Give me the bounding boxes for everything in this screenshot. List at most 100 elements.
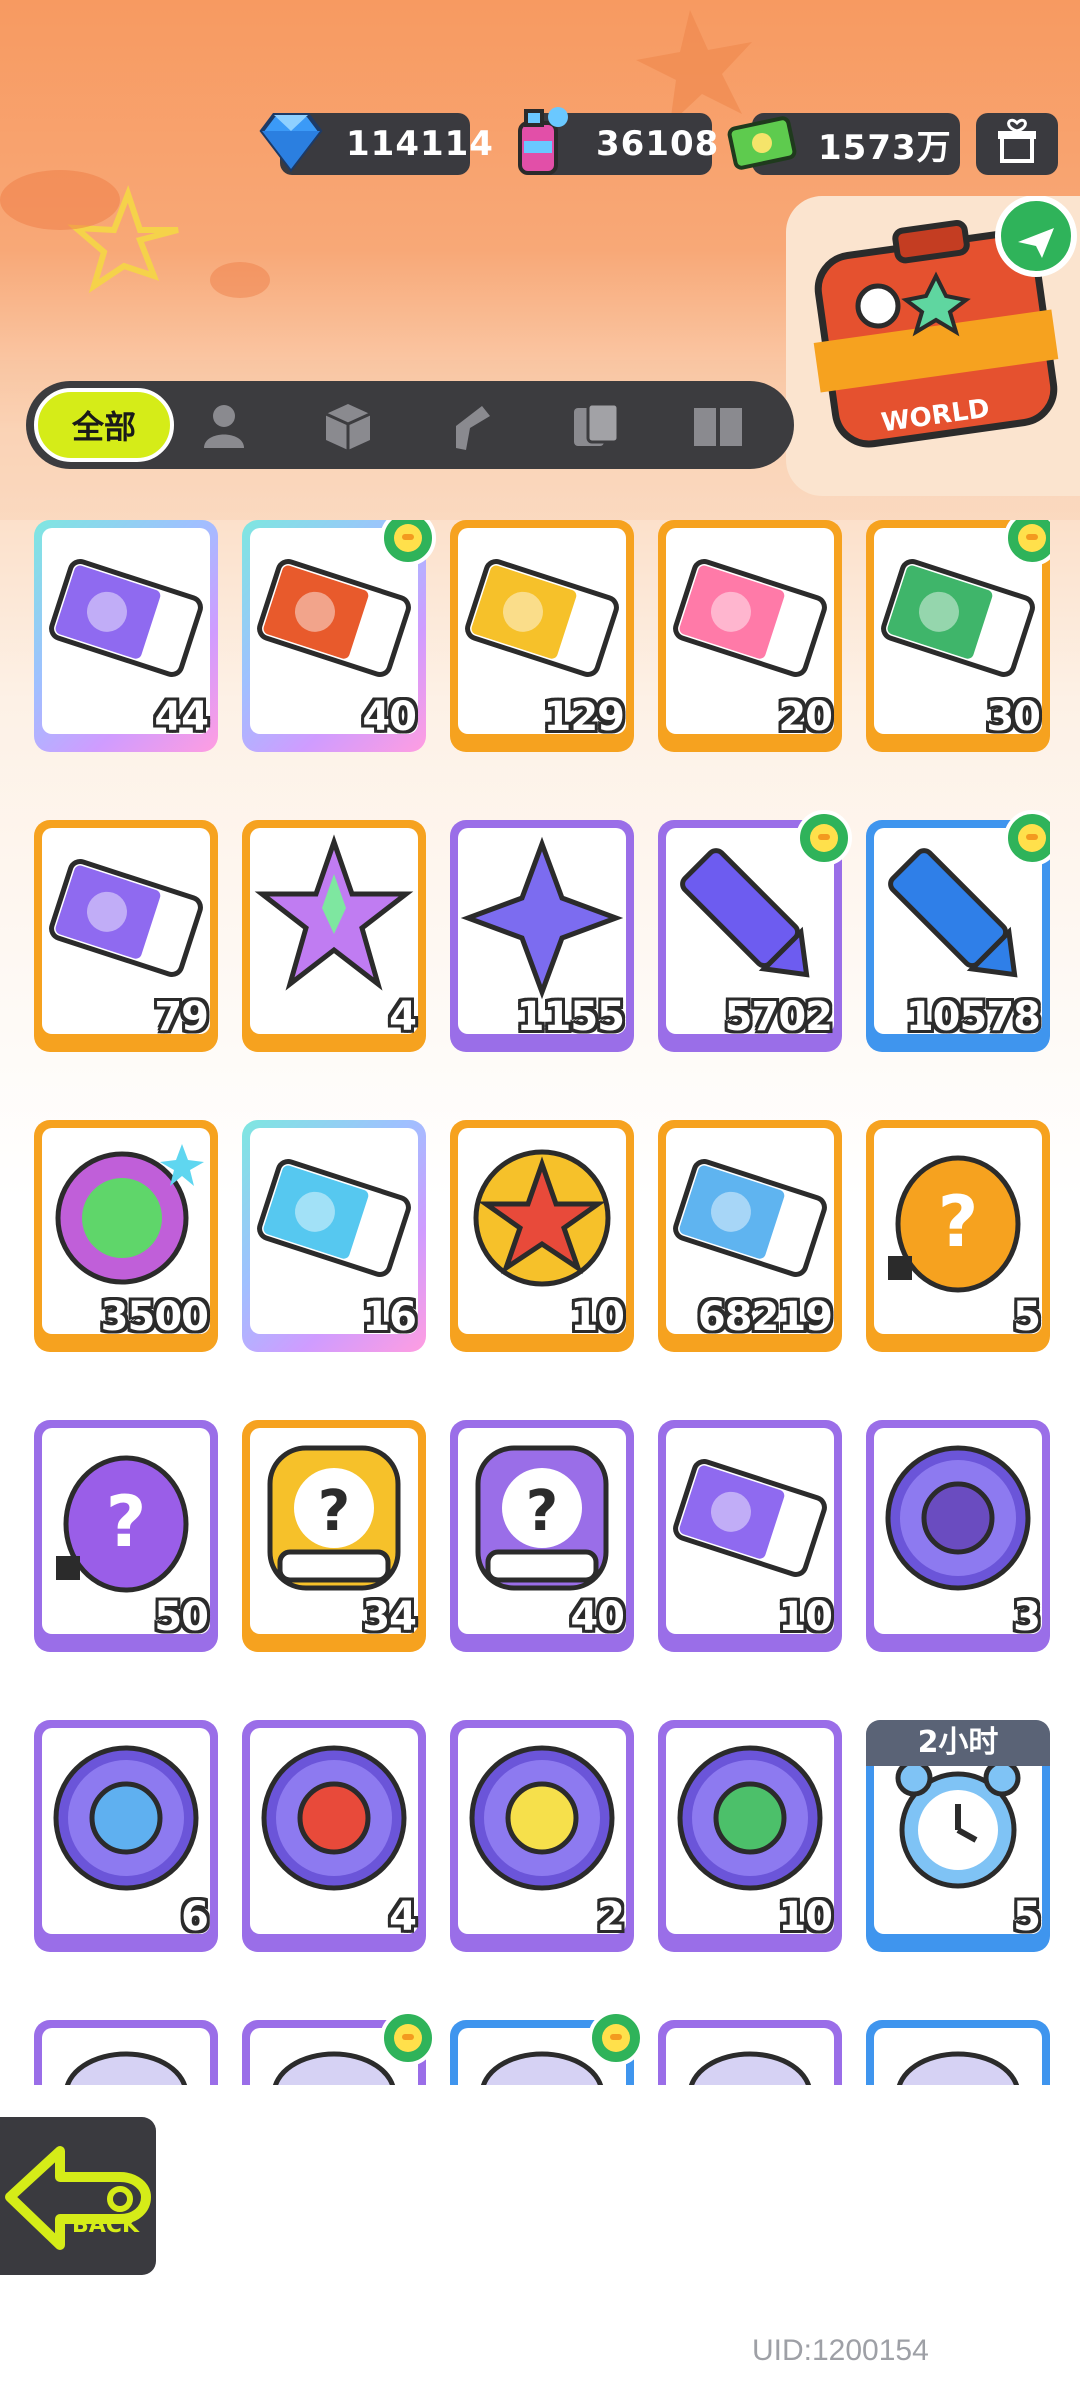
svg-text:?: ? xyxy=(938,1181,979,1263)
item-card[interactable]: 79 xyxy=(34,820,218,1052)
star-coin-icon xyxy=(473,1149,611,1287)
item-card[interactable]: ? 34 xyxy=(242,1420,426,1652)
item-card[interactable]: ? 50 xyxy=(34,1420,218,1652)
item-card[interactable]: 129 xyxy=(450,520,634,752)
cool-badge-icon xyxy=(55,1144,204,1285)
shop-button[interactable] xyxy=(976,113,1058,175)
item-quantity: 10 xyxy=(778,1594,833,1640)
diamond-icon xyxy=(259,113,323,173)
season-ticket-icon xyxy=(673,1159,827,1277)
user-id: UID:1200154 xyxy=(752,2334,929,2367)
gift-shop-icon xyxy=(998,118,1036,163)
item-quantity: 4 xyxy=(389,1894,417,1940)
item-quantity: 4 xyxy=(389,994,417,1040)
item-card[interactable]: 10578 xyxy=(866,810,1050,1052)
back-button[interactable]: BACK xyxy=(0,2113,160,2279)
new-chick-badge-icon xyxy=(588,2010,644,2066)
item-card[interactable]: 4 xyxy=(242,820,426,1052)
timer-label: 2小时 xyxy=(866,1720,1050,1766)
item-card[interactable] xyxy=(866,2020,1050,2085)
item-card[interactable]: 6 xyxy=(34,1720,218,1952)
gold-ticket-icon xyxy=(465,559,619,677)
item-quantity: 50 xyxy=(154,1594,209,1640)
lottery-ticket-icon xyxy=(257,1159,411,1277)
spray-gun-icon[interactable] xyxy=(442,396,502,456)
cards-icon[interactable] xyxy=(566,396,626,456)
spray-can-icon xyxy=(518,107,568,175)
back-label: BACK xyxy=(72,2213,139,2238)
suitcase-icon xyxy=(813,195,1077,448)
mpets-creature-orb-icon xyxy=(885,1445,1031,1591)
mpets-piranha-orb-icon xyxy=(261,1745,407,1891)
item-quantity: 5702 xyxy=(724,994,833,1040)
partial-item-icon xyxy=(896,2051,1020,2085)
item-card[interactable]: 2 xyxy=(450,1720,634,1952)
item-card[interactable]: 10 xyxy=(658,1420,842,1652)
item-quantity: 6 xyxy=(181,1894,209,1940)
item-quantity: 3500 xyxy=(100,1294,209,1340)
character-ticket-icon xyxy=(673,559,827,677)
item-card[interactable]: ? 5 xyxy=(866,1120,1050,1352)
item-card[interactable] xyxy=(450,2010,644,2085)
item-quantity: 3 xyxy=(1013,1594,1041,1640)
box-icon[interactable] xyxy=(318,396,378,456)
tab-all[interactable]: 全部 xyxy=(34,388,174,462)
cash-counter[interactable]: 1573万 xyxy=(727,113,960,175)
item-card[interactable]: 5702 xyxy=(658,810,852,1052)
travel-suitcase-button[interactable]: WORLD xyxy=(786,195,1080,496)
diamond-counter[interactable]: 114114 xyxy=(259,113,493,175)
cash-value: 1573万 xyxy=(818,127,952,168)
item-quantity: 10 xyxy=(778,1894,833,1940)
item-card[interactable]: 2小时 5 xyxy=(866,1720,1050,1952)
item-card[interactable]: 44 xyxy=(34,520,218,752)
item-card[interactable]: 10 xyxy=(658,1720,842,1952)
item-quantity: 5 xyxy=(1013,1294,1041,1340)
mystery-egg-purple-icon: ? xyxy=(56,1455,189,1593)
item-quantity: 44 xyxy=(154,694,209,740)
partial-item-icon xyxy=(688,2051,812,2085)
item-card[interactable]: 1155 xyxy=(450,820,634,1052)
item-card[interactable]: 68219 xyxy=(658,1120,842,1352)
person-icon[interactable] xyxy=(194,396,254,456)
new-chick-badge-icon xyxy=(796,810,852,866)
item-card[interactable]: 40 xyxy=(242,520,436,752)
spray-counter[interactable]: 36108 xyxy=(518,107,718,175)
book-icon[interactable] xyxy=(688,396,748,456)
item-card[interactable] xyxy=(658,2020,842,2085)
item-card[interactable]: 30 xyxy=(866,520,1050,752)
star-ticket-icon xyxy=(49,859,203,977)
mystery-egg-orange-icon: ? xyxy=(888,1155,1021,1293)
item-quantity: 40 xyxy=(362,694,417,740)
item-quantity: 2 xyxy=(597,1894,625,1940)
item-quantity: 10578 xyxy=(905,994,1041,1040)
item-card[interactable]: 16 xyxy=(242,1120,426,1352)
new-chick-badge-icon xyxy=(380,2010,436,2066)
spray-value: 36108 xyxy=(596,124,720,164)
mystery-deity-purple-icon: ? xyxy=(475,1445,609,1591)
purple-star-icon xyxy=(460,836,624,1000)
back-arrow-icon xyxy=(5,2146,151,2250)
item-card[interactable]: 3500 xyxy=(34,1120,218,1352)
rainbow-star-icon xyxy=(254,834,414,991)
item-card[interactable]: ? 40 xyxy=(450,1420,634,1652)
item-card[interactable]: 3 xyxy=(866,1420,1050,1652)
item-card[interactable]: 4 xyxy=(242,1720,426,1952)
item-quantity: 79 xyxy=(154,994,209,1040)
item-card[interactable] xyxy=(34,2020,218,2085)
svg-text:?: ? xyxy=(318,1479,350,1544)
svg-text:?: ? xyxy=(106,1481,147,1563)
item-card[interactable]: 10 xyxy=(450,1120,634,1352)
grid-bottom-mask xyxy=(0,2085,1080,2125)
diamond-value: 114114 xyxy=(346,124,494,164)
mpets-plant-orb-icon xyxy=(677,1745,823,1891)
item-card[interactable] xyxy=(242,2010,436,2085)
item-quantity: 129 xyxy=(543,694,625,740)
mpets-yellow-orb-icon xyxy=(469,1745,615,1891)
item-quantity: 1155 xyxy=(516,994,625,1040)
cash-icon xyxy=(727,116,797,170)
item-quantity: 30 xyxy=(986,694,1041,740)
item-quantity: 5 xyxy=(1013,1894,1041,1940)
item-quantity: 20 xyxy=(778,694,833,740)
partial-item-icon xyxy=(64,2051,188,2085)
item-card[interactable]: 20 xyxy=(658,520,842,752)
